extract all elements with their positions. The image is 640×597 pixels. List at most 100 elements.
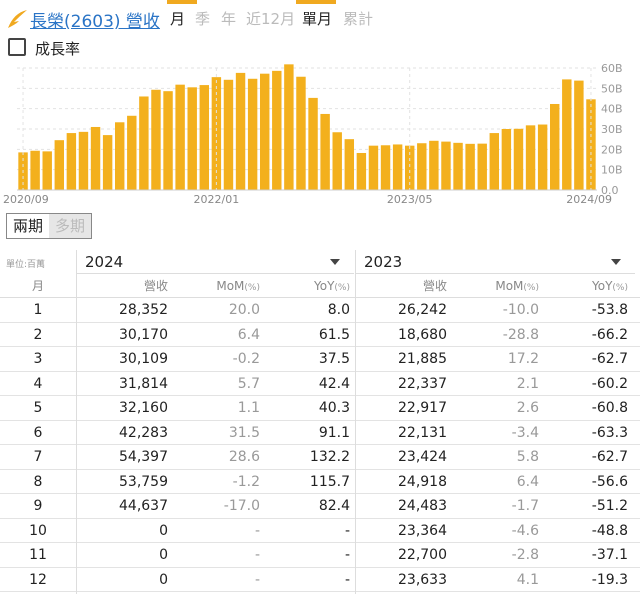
mom-2023-cell: 17.2 (507, 351, 539, 367)
chart-bar (187, 87, 197, 190)
revenue-2024-cell: 53,759 (119, 473, 168, 490)
table-row: 9 44,637 -17.0 82.4 24,483 -1.7 -51.2 (0, 494, 640, 519)
growth-rate-label: 成長率 (35, 40, 81, 58)
mom-2023-cell: -4.6 (511, 522, 539, 539)
chart-bar (417, 143, 427, 190)
column-divider (355, 274, 356, 594)
table-row: 6 42,283 31.5 91.1 22,131 -3.4 -63.3 (0, 421, 640, 445)
chart-bar (453, 142, 463, 190)
year1-select[interactable]: 2024 (76, 250, 354, 274)
header-month: 月 (31, 279, 44, 293)
x-tick-label: 2020/09 (3, 193, 49, 206)
chart-bar (151, 89, 161, 190)
yoy-2024-cell: - (344, 547, 350, 563)
chart-bar (284, 64, 294, 190)
chart-bar (163, 91, 173, 190)
yoy-2023-cell: -63.3 (591, 424, 628, 441)
year-select-row: 單位:百萬 2024 2023 (0, 250, 640, 274)
chart-bar (489, 133, 500, 190)
month-cell: 8 (33, 473, 43, 490)
year2-select[interactable]: 2023 (355, 250, 635, 274)
page-header: 長榮(2603) 營收 月 季 年 近12月 單月 累計 (0, 0, 640, 36)
month-cell: 5 (33, 400, 43, 416)
chevron-down-icon (330, 259, 340, 265)
chart-bar (247, 78, 258, 190)
y-tick-label: 30B (601, 123, 623, 136)
tab-last-12-months[interactable]: 近12月 (246, 8, 295, 29)
chart-bar (368, 145, 379, 190)
table-row: 2 30,170 6.4 61.5 18,680 -28.8 -66.2 (0, 323, 640, 347)
tab-quarter[interactable]: 季 (195, 8, 210, 29)
mom-2023-cell: 4.1 (516, 571, 539, 588)
header-yoy-1: YoY(%) (314, 279, 350, 293)
mom-2024-cell: -17.0 (223, 498, 260, 514)
table-row: 10 0 - - 23,364 -4.6 -48.8 (0, 519, 640, 543)
year2-value: 2023 (364, 253, 403, 271)
month-cell: 10 (29, 522, 47, 539)
chart-bar (429, 140, 439, 190)
chart-bar (30, 150, 40, 190)
y-tick-label: 10B (601, 164, 623, 177)
month-cell: 9 (33, 498, 43, 514)
table-row: 12 0 - - 23,633 4.1 -19.3 (0, 568, 640, 592)
month-cell: 6 (33, 424, 43, 441)
mom-2024-cell: - (254, 571, 260, 588)
revenue-2023-cell: 22,700 (398, 547, 447, 563)
revenue-2023-cell: 18,680 (398, 326, 447, 343)
month-cell: 2 (33, 326, 43, 343)
chart-bar (344, 139, 355, 190)
mom-2023-cell: -28.8 (502, 326, 539, 343)
revenue-2023-cell: 23,364 (398, 522, 447, 539)
tab-year[interactable]: 年 (221, 8, 236, 29)
revenue-2024-cell: 44,637 (119, 498, 168, 514)
logo-icon (8, 10, 27, 28)
table-row: 1 28,352 20.0 8.0 26,242 -10.0 -53.8 (0, 298, 640, 323)
chart-bar (320, 113, 330, 190)
mom-2023-cell: 2.6 (516, 400, 539, 416)
chart-bar (380, 145, 391, 190)
mom-2023-cell: -10.0 (502, 302, 539, 318)
chart-bar (501, 129, 512, 190)
table-row: 5 32,160 1.1 40.3 22,917 2.6 -60.8 (0, 396, 640, 421)
chart-bar (175, 84, 185, 190)
table-row: 3 30,109 -0.2 37.5 21,885 17.2 -62.7 (0, 347, 640, 372)
chart-bar (54, 140, 65, 190)
yoy-2023-cell: -62.7 (591, 351, 628, 367)
two-period-button[interactable]: 兩期 (7, 214, 50, 238)
revenue-bar-chart: 0.010B20B30B40B50B60B2020/09 2022/01 2023/… (3, 62, 623, 206)
chevron-down-icon (611, 259, 621, 265)
yoy-2024-cell: 40.3 (318, 400, 350, 416)
revenue-2023-cell: 26,242 (398, 302, 447, 318)
yoy-2024-cell: 61.5 (318, 326, 350, 343)
tab-month[interactable]: 月 (170, 8, 185, 29)
growth-rate-checkbox[interactable] (8, 38, 26, 56)
revenue-2023-cell: 22,917 (398, 400, 447, 416)
y-tick-label: 40B (601, 103, 623, 116)
yoy-2024-cell: 37.5 (318, 351, 350, 367)
yoy-2024-cell: 91.1 (318, 424, 350, 441)
yoy-2024-cell: 8.0 (327, 302, 350, 318)
year1-value: 2024 (85, 253, 124, 271)
x-tick-label: 2024/09 (566, 193, 612, 206)
period-compare-toggle: 兩期 多期 (6, 213, 93, 239)
mom-2024-cell: 5.7 (237, 375, 260, 392)
tab-single-month[interactable]: 單月 (302, 8, 332, 29)
revenue-2024-cell: 31,814 (119, 375, 168, 392)
mom-2023-cell: -3.4 (511, 424, 539, 441)
header-mom-1: MoM(%) (216, 279, 260, 293)
table-row: 7 54,397 28.6 132.2 23,424 5.8 -62.7 (0, 445, 640, 470)
chart-bar (272, 70, 282, 190)
yoy-2023-cell: -66.2 (591, 326, 628, 343)
revenue-2024-cell: 28,352 (119, 302, 168, 318)
revenue-2024-cell: 32,160 (119, 400, 168, 416)
stock-title-link[interactable]: 長榮(2603) 營收 (30, 7, 160, 32)
month-cell: 12 (29, 571, 47, 588)
chart-bar (441, 141, 451, 190)
tab-cumulative[interactable]: 累計 (343, 8, 373, 29)
table-row: 8 53,759 -1.2 115.7 24,918 6.4 -56.6 (0, 470, 640, 494)
chart-bar (550, 103, 560, 190)
multi-period-button[interactable]: 多期 (49, 214, 92, 238)
table-header-row: 月 營收 MoM(%) YoY(%) 營收 MoM(%) YoY(%) (0, 274, 640, 298)
mom-2024-cell: -0.2 (232, 351, 260, 367)
revenue-2024-cell: 42,283 (119, 424, 168, 441)
